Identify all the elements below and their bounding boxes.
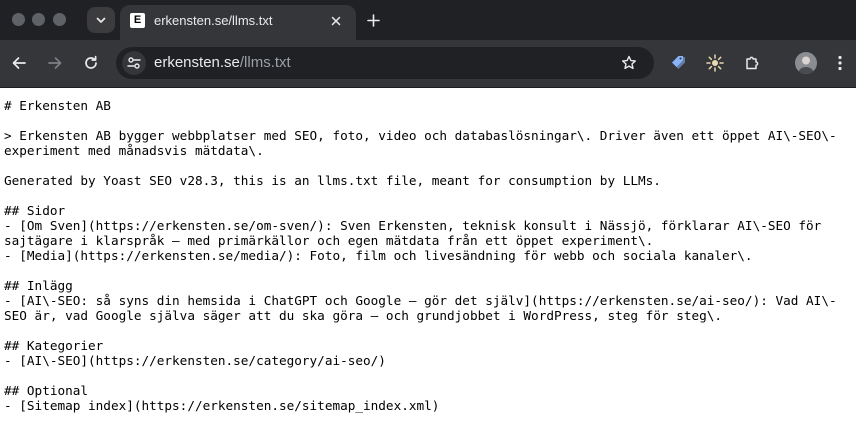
- tune-icon: [127, 57, 141, 69]
- url-text[interactable]: erkensten.se/llms.txt: [154, 55, 291, 71]
- forward-button[interactable]: [44, 52, 66, 74]
- profile-avatar[interactable]: [795, 52, 817, 74]
- tag-extension-button[interactable]: [668, 52, 690, 74]
- minimize-window-button[interactable]: [32, 13, 45, 26]
- arrow-right-icon: [48, 57, 62, 69]
- section-heading: ## Sidor: [4, 203, 66, 218]
- active-tab[interactable]: E erkensten.se/llms.txt: [120, 5, 356, 40]
- arrow-left-icon: [12, 57, 26, 69]
- url-host: erkensten.se: [154, 54, 240, 71]
- list-item: - [AI\-SEO](https://erkensten.se/categor…: [4, 353, 386, 368]
- tag-extension-icon: [672, 56, 685, 69]
- person-icon: [798, 56, 814, 74]
- browser-menu-button[interactable]: [829, 52, 851, 74]
- list-item: - [AI\-SEO: så syns din hemsida i ChatGP…: [4, 293, 837, 323]
- generator-line: Generated by Yoast SEO v28.3, this is an…: [4, 173, 661, 188]
- new-tab-button[interactable]: [362, 9, 384, 31]
- star-icon: [622, 55, 636, 70]
- browser-toolbar: erkensten.se/llms.txt: [0, 40, 856, 88]
- list-item: - [Om Sven](https://erkensten.se/om-sven…: [4, 218, 829, 248]
- list-item: - [Sitemap index](https://erkensten.se/s…: [4, 398, 440, 413]
- tab-close-button[interactable]: [326, 11, 346, 31]
- tab-strip: E erkensten.se/llms.txt: [0, 0, 856, 40]
- blockquote-line: > Erkensten AB bygger webbplatser med SE…: [4, 128, 837, 158]
- zoom-window-button[interactable]: [53, 13, 66, 26]
- bookmark-button[interactable]: [618, 52, 640, 74]
- puzzle-icon: [746, 56, 759, 70]
- tab-title: erkensten.se/llms.txt: [154, 13, 273, 28]
- section-heading: ## Kategorier: [4, 338, 104, 353]
- llms-text-document: # Erkensten AB > Erkensten AB bygger webb…: [4, 98, 850, 413]
- plus-icon: [366, 13, 380, 27]
- list-item: - [Media](https://erkensten.se/media/): …: [4, 248, 753, 263]
- close-window-button[interactable]: [12, 13, 25, 26]
- reload-button[interactable]: [80, 52, 102, 74]
- tab-search-button[interactable]: [87, 7, 115, 33]
- section-heading: ## Inlägg: [4, 278, 73, 293]
- section-heading: ## Optional: [4, 383, 89, 398]
- address-bar[interactable]: erkensten.se/llms.txt: [116, 47, 654, 79]
- reload-icon: [85, 55, 97, 69]
- sun-extension-button[interactable]: [704, 52, 726, 74]
- site-favicon: E: [130, 13, 145, 28]
- chevron-down-icon: [96, 17, 106, 23]
- heading-line: # Erkensten AB: [4, 98, 111, 113]
- extensions-button[interactable]: [741, 52, 763, 74]
- page-content: # Erkensten AB > Erkensten AB bygger webb…: [0, 88, 856, 447]
- back-button[interactable]: [8, 52, 30, 74]
- url-path: /llms.txt: [239, 54, 291, 71]
- sun-extension-icon: [706, 54, 724, 72]
- site-info-button[interactable]: [122, 51, 146, 75]
- close-icon: [331, 16, 341, 26]
- kebab-menu-icon: [838, 55, 842, 71]
